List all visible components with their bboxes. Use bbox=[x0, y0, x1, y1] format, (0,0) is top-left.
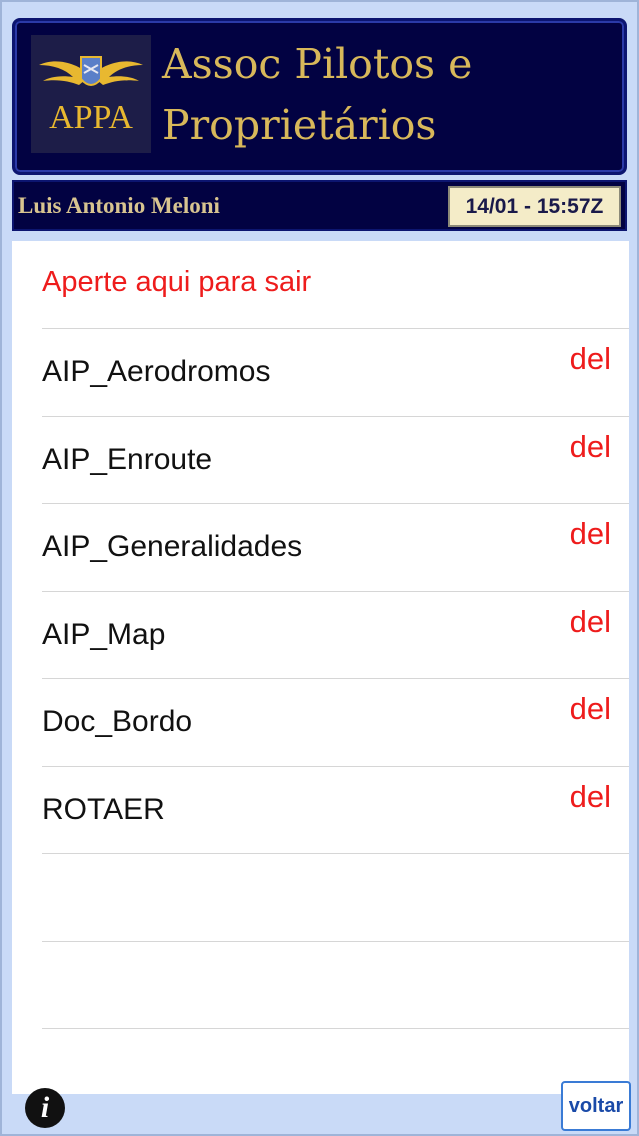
delete-button[interactable]: del bbox=[570, 779, 611, 815]
list-item-aip-aerodromos[interactable]: AIP_Aerodromos bbox=[42, 355, 270, 389]
row-divider bbox=[42, 416, 629, 417]
back-button[interactable]: voltar bbox=[561, 1081, 631, 1131]
username-label: Luis Antonio Meloni bbox=[18, 193, 220, 218]
row-divider bbox=[42, 853, 629, 854]
row-divider bbox=[42, 678, 629, 679]
delete-button[interactable]: del bbox=[570, 516, 611, 552]
row-divider bbox=[42, 766, 629, 767]
info-icon[interactable]: i bbox=[25, 1088, 65, 1128]
appa-logo: APPA bbox=[31, 35, 151, 153]
list-item-doc-bordo[interactable]: Doc_Bordo bbox=[42, 705, 192, 739]
delete-button[interactable]: del bbox=[570, 691, 611, 727]
list-item-rotaer[interactable]: ROTAER bbox=[42, 793, 165, 827]
row-divider bbox=[42, 328, 629, 329]
row-divider bbox=[42, 503, 629, 504]
row-divider bbox=[42, 591, 629, 592]
list-item-aip-generalidades[interactable]: AIP_Generalidades bbox=[42, 530, 302, 564]
delete-button[interactable]: del bbox=[570, 429, 611, 465]
row-divider bbox=[42, 941, 629, 942]
list-item-aip-map[interactable]: AIP_Map bbox=[42, 618, 165, 652]
list-item-aip-enroute[interactable]: AIP_Enroute bbox=[42, 443, 212, 477]
delete-button[interactable]: del bbox=[570, 341, 611, 377]
delete-button[interactable]: del bbox=[570, 604, 611, 640]
timestamp-badge: 14/01 - 15:57Z bbox=[448, 186, 621, 227]
app-title-line2: Proprietários bbox=[162, 101, 437, 149]
exit-button[interactable]: Aperte aqui para sair bbox=[42, 266, 311, 299]
logo-text: APPA bbox=[49, 99, 133, 136]
row-divider bbox=[42, 1028, 629, 1029]
app-title-line1: Assoc Pilotos e bbox=[162, 40, 473, 88]
